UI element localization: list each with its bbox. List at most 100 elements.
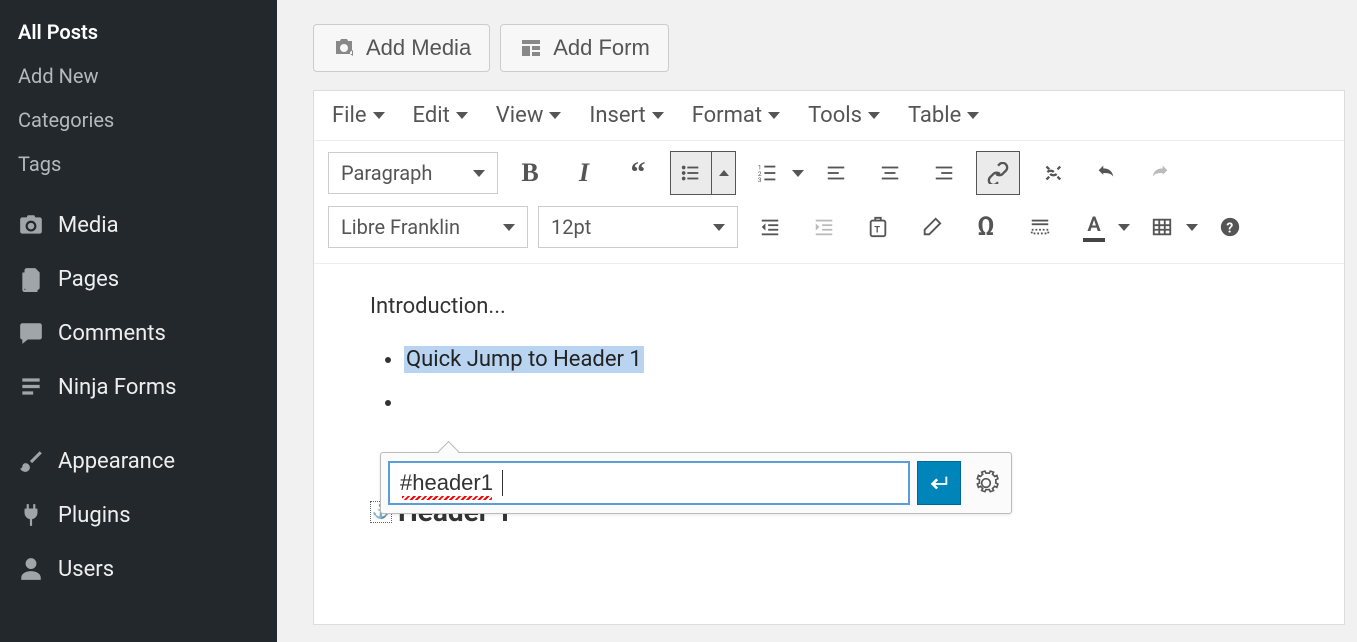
sidebar-item-pages[interactable]: Pages <box>0 252 277 306</box>
clipboard-icon: T <box>867 216 889 238</box>
numbered-list-button[interactable]: 123 <box>746 151 804 195</box>
text-color-button[interactable]: A <box>1072 205 1130 249</box>
main-content: Add Media Add Form File Edit View Insert… <box>277 0 1357 642</box>
link-settings-button[interactable] <box>969 466 1003 500</box>
menu-insert-label: Insert <box>589 103 645 128</box>
sidebar-label: Plugins <box>58 503 131 528</box>
menu-format[interactable]: Format <box>692 103 780 128</box>
help-button[interactable]: ? <box>1208 205 1252 249</box>
menu-edit[interactable]: Edit <box>413 103 468 128</box>
menu-tools-label: Tools <box>808 103 862 128</box>
add-form-button[interactable]: Add Form <box>500 24 669 72</box>
special-char-button[interactable]: Ω <box>964 205 1008 249</box>
align-right-icon <box>933 162 955 184</box>
caret-up-icon <box>719 170 729 176</box>
menu-view[interactable]: View <box>496 103 562 128</box>
sidebar-item-appearance[interactable]: Appearance <box>0 434 277 488</box>
font-size-select[interactable]: 12pt <box>538 206 738 248</box>
caret-down-icon <box>868 112 880 119</box>
enter-arrow-icon <box>928 472 950 494</box>
menu-edit-label: Edit <box>413 103 450 128</box>
clear-format-button[interactable] <box>910 205 954 249</box>
editor-content[interactable]: Introduction... Quick Jump to Header 1 ⚓… <box>314 264 1344 624</box>
sidebar-label: Pages <box>58 267 119 292</box>
align-right-button[interactable] <box>922 151 966 195</box>
sidebar-sub-all-posts[interactable]: All Posts <box>0 10 277 54</box>
caret-down-icon <box>792 170 804 177</box>
sidebar-sub-add-new[interactable]: Add New <box>0 54 277 98</box>
blockquote-button[interactable]: “ <box>616 151 660 195</box>
apply-link-button[interactable] <box>917 461 961 505</box>
sidebar-item-media[interactable]: Media <box>0 198 277 252</box>
menu-insert[interactable]: Insert <box>589 103 663 128</box>
caret-down-icon <box>473 170 485 177</box>
user-icon <box>18 556 44 582</box>
gear-icon <box>973 470 999 496</box>
sidebar-label: Media <box>58 213 119 238</box>
sidebar-sub-tags[interactable]: Tags <box>0 142 277 186</box>
numbered-list-icon: 123 <box>757 162 779 184</box>
paragraph-select-label: Paragraph <box>341 161 432 185</box>
add-media-label: Add Media <box>366 35 471 61</box>
brush-icon <box>18 448 44 474</box>
camera-icon <box>18 212 44 238</box>
intro-text[interactable]: Introduction... <box>370 294 1288 319</box>
menu-tools[interactable]: Tools <box>808 103 880 128</box>
redo-button[interactable] <box>1138 151 1182 195</box>
font-size-label: 12pt <box>551 215 591 239</box>
undo-button[interactable] <box>1084 151 1128 195</box>
bold-icon: B <box>521 158 538 188</box>
table-insert-button[interactable] <box>1140 205 1198 249</box>
font-family-select[interactable]: Libre Franklin <box>328 206 528 248</box>
align-center-button[interactable] <box>868 151 912 195</box>
camera-music-icon <box>332 36 356 60</box>
spellcheck-squiggle <box>402 496 492 500</box>
sidebar-sub-categories[interactable]: Categories <box>0 98 277 142</box>
caret-down-icon <box>549 112 561 119</box>
eraser-icon <box>921 216 943 238</box>
list-item-empty[interactable] <box>404 390 1288 415</box>
read-more-button[interactable] <box>1018 205 1062 249</box>
outdent-icon <box>759 216 781 238</box>
table-icon <box>1151 216 1173 238</box>
menu-table[interactable]: Table <box>908 103 979 128</box>
indent-icon <box>813 216 835 238</box>
svg-text:3: 3 <box>758 176 762 184</box>
sidebar-item-users[interactable]: Users <box>0 542 277 596</box>
text-cursor <box>502 470 503 496</box>
indent-button[interactable] <box>802 205 846 249</box>
sidebar-label: Appearance <box>58 449 175 474</box>
caret-down-icon <box>1186 224 1198 231</box>
bold-button[interactable]: B <box>508 151 552 195</box>
svg-text:T: T <box>874 226 880 236</box>
paragraph-select[interactable]: Paragraph <box>328 152 498 194</box>
outdent-button[interactable] <box>748 205 792 249</box>
align-left-icon <box>825 162 847 184</box>
font-family-label: Libre Franklin <box>341 215 460 239</box>
menu-file[interactable]: File <box>332 103 385 128</box>
undo-icon <box>1095 162 1117 184</box>
posts-submenu: All Posts Add New Categories Tags <box>0 10 277 198</box>
remove-link-button[interactable] <box>1030 151 1074 195</box>
align-left-button[interactable] <box>814 151 858 195</box>
caret-down-icon <box>456 112 468 119</box>
color-underline <box>1083 238 1105 242</box>
align-center-icon <box>879 162 901 184</box>
redo-icon <box>1149 162 1171 184</box>
bullet-list-button[interactable] <box>670 151 736 195</box>
sidebar-item-ninja-forms[interactable]: Ninja Forms <box>0 360 277 414</box>
insert-link-button[interactable] <box>976 151 1020 195</box>
caret-down-icon <box>967 112 979 119</box>
paste-text-button[interactable]: T <box>856 205 900 249</box>
italic-button[interactable]: I <box>562 151 606 195</box>
add-media-button[interactable]: Add Media <box>313 24 490 72</box>
menu-format-label: Format <box>692 103 762 128</box>
sidebar-label: Comments <box>58 321 166 346</box>
list-item[interactable]: Quick Jump to Header 1 <box>404 347 1288 372</box>
selected-link-text[interactable]: Quick Jump to Header 1 <box>404 346 644 373</box>
editor-menubar: File Edit View Insert Format Tools Table <box>314 91 1344 141</box>
italic-icon: I <box>579 158 589 188</box>
sidebar-item-comments[interactable]: Comments <box>0 306 277 360</box>
sidebar-item-plugins[interactable]: Plugins <box>0 488 277 542</box>
toolbar-row-1: Paragraph B I “ 123 <box>328 151 1330 195</box>
